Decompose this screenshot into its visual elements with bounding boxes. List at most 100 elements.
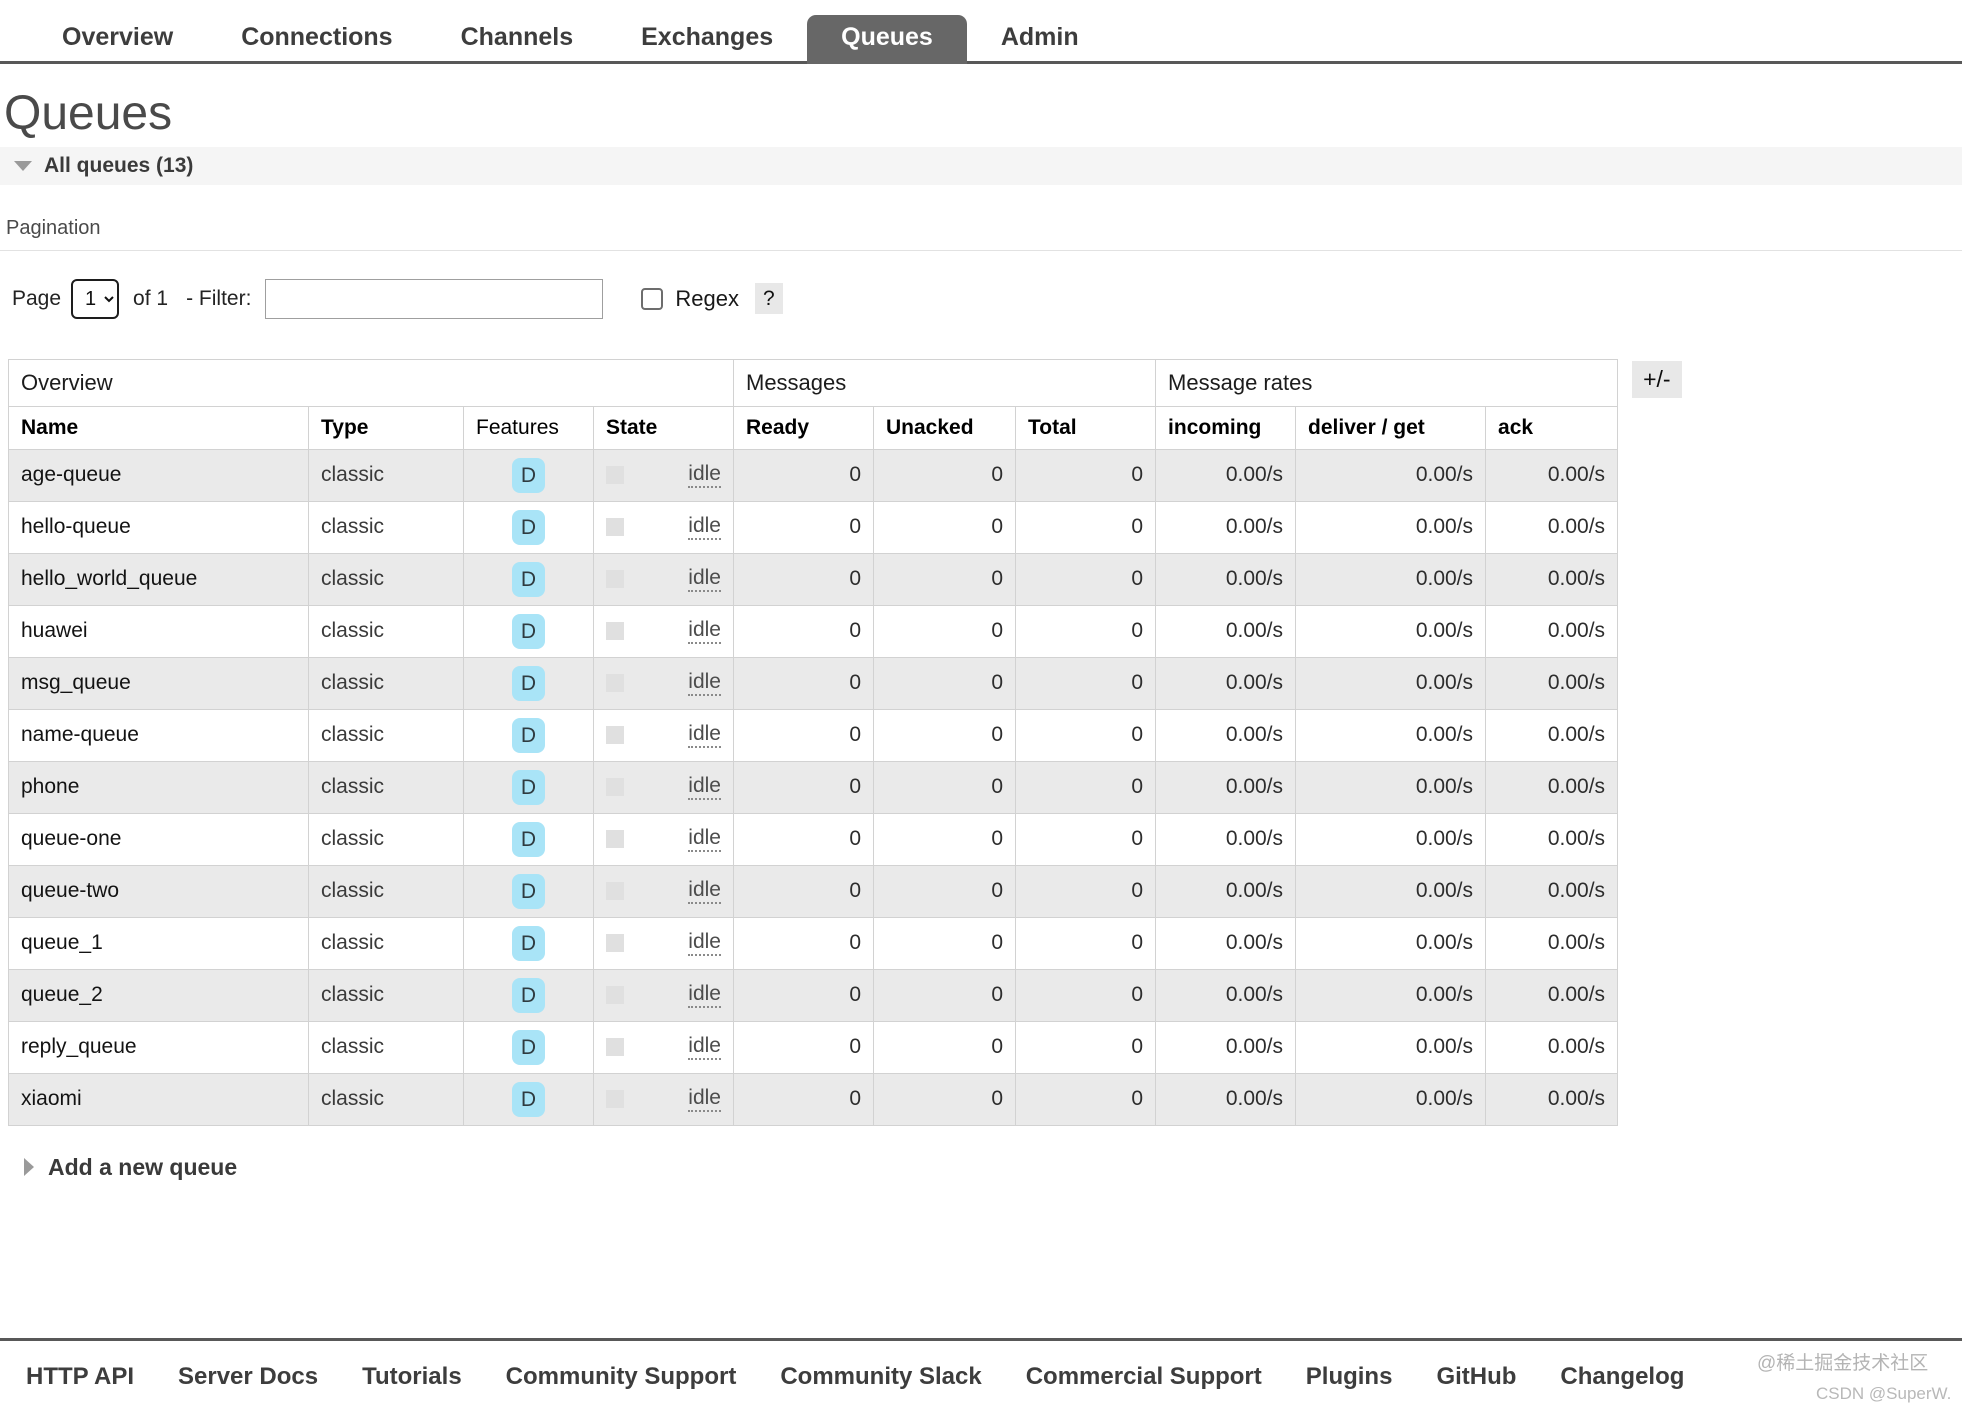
queue-name-link[interactable]: huawei bbox=[8, 604, 309, 658]
durable-badge-icon[interactable]: D bbox=[511, 873, 546, 909]
footer-link-tutorials[interactable]: Tutorials bbox=[362, 1363, 462, 1391]
state-label[interactable]: idle bbox=[688, 462, 721, 489]
table-row: queue_1 classic Didle 0 0 0 0.00/s 0.00/s 0.00/s bbox=[8, 916, 1619, 970]
nav-tab-connections[interactable]: Connections bbox=[207, 15, 426, 64]
filter-input[interactable] bbox=[265, 278, 604, 319]
column-header-state[interactable]: State bbox=[593, 405, 734, 450]
queue-name-link[interactable]: queue-one bbox=[8, 812, 309, 866]
queue-name-link[interactable]: name-queue bbox=[8, 708, 309, 762]
queue-type: classic bbox=[308, 864, 464, 918]
footer-link-github[interactable]: GitHub bbox=[1436, 1363, 1516, 1391]
queue-name-link[interactable]: hello_world_queue bbox=[8, 552, 309, 606]
durable-badge-icon[interactable]: D bbox=[511, 1081, 546, 1117]
state-label[interactable]: idle bbox=[688, 566, 721, 593]
page-select[interactable]: 1 bbox=[71, 278, 120, 319]
queue-state: idle bbox=[593, 500, 734, 554]
durable-badge-icon[interactable]: D bbox=[511, 769, 546, 805]
queue-features: D bbox=[463, 760, 594, 814]
table-row: phone classic Didle 0 0 0 0.00/s 0.00/s 0.00/s bbox=[8, 760, 1619, 814]
nav-tab-overview[interactable]: Overview bbox=[28, 15, 207, 64]
durable-badge-icon[interactable]: D bbox=[511, 925, 546, 961]
durable-badge-icon[interactable]: D bbox=[511, 665, 546, 701]
queue-ready: 0 bbox=[733, 760, 874, 814]
footer-link-community-slack[interactable]: Community Slack bbox=[780, 1363, 981, 1391]
state-label[interactable]: idle bbox=[688, 670, 721, 697]
queue-incoming: 0.00/s bbox=[1155, 968, 1297, 1022]
state-label[interactable]: idle bbox=[688, 878, 721, 905]
durable-badge-icon[interactable]: D bbox=[511, 1029, 546, 1065]
footer-link-server-docs[interactable]: Server Docs bbox=[178, 1363, 318, 1391]
durable-badge-icon[interactable]: D bbox=[511, 561, 546, 597]
column-header-ack[interactable]: ack bbox=[1485, 405, 1619, 450]
state-label[interactable]: idle bbox=[688, 826, 721, 853]
expand-triangle-right-icon[interactable] bbox=[24, 1158, 34, 1177]
column-header-name[interactable]: Name bbox=[8, 405, 309, 450]
queue-unacked: 0 bbox=[873, 760, 1016, 814]
queue-type: classic bbox=[308, 968, 464, 1022]
add-new-queue-section[interactable]: Add a new queue bbox=[0, 1126, 1962, 1181]
footer-link-community-support[interactable]: Community Support bbox=[506, 1363, 737, 1391]
queue-name-link[interactable]: phone bbox=[8, 760, 309, 814]
state-label[interactable]: idle bbox=[688, 1034, 721, 1061]
state-label[interactable]: idle bbox=[688, 618, 721, 645]
queue-name-link[interactable]: queue-two bbox=[8, 864, 309, 918]
column-header-total[interactable]: Total bbox=[1014, 405, 1157, 450]
queue-incoming: 0.00/s bbox=[1155, 500, 1297, 554]
queue-incoming: 0.00/s bbox=[1155, 656, 1297, 710]
queue-total: 0 bbox=[1014, 968, 1157, 1022]
state-label[interactable]: idle bbox=[688, 930, 721, 957]
state-label[interactable]: idle bbox=[688, 722, 721, 749]
footer-link-plugins[interactable]: Plugins bbox=[1306, 1363, 1393, 1391]
all-queues-section-header[interactable]: All queues (13) bbox=[0, 146, 1962, 185]
table-row: queue_2 classic Didle 0 0 0 0.00/s 0.00/s 0.00/s bbox=[8, 968, 1619, 1022]
durable-badge-icon[interactable]: D bbox=[511, 977, 546, 1013]
queue-name-link[interactable]: reply_queue bbox=[8, 1020, 309, 1074]
column-header-unacked[interactable]: Unacked bbox=[873, 405, 1016, 450]
durable-badge-icon[interactable]: D bbox=[511, 613, 546, 649]
state-label[interactable]: idle bbox=[688, 982, 721, 1009]
queue-type: classic bbox=[308, 760, 464, 814]
queue-features: D bbox=[463, 1072, 594, 1126]
queue-deliver-get: 0.00/s bbox=[1295, 500, 1487, 554]
durable-badge-icon[interactable]: D bbox=[511, 509, 546, 545]
queue-type: classic bbox=[308, 656, 464, 710]
column-header-ready[interactable]: Ready bbox=[733, 405, 874, 450]
column-header-deliver-get[interactable]: deliver / get bbox=[1295, 405, 1487, 450]
footer-link-http-api[interactable]: HTTP API bbox=[26, 1363, 134, 1391]
state-label[interactable]: idle bbox=[688, 774, 721, 801]
queue-ready: 0 bbox=[733, 656, 874, 710]
column-header-type[interactable]: Type bbox=[308, 405, 464, 450]
state-label[interactable]: idle bbox=[688, 514, 721, 541]
durable-badge-icon[interactable]: D bbox=[511, 717, 546, 753]
queue-features: D bbox=[463, 864, 594, 918]
toggle-columns-button[interactable]: +/- bbox=[1632, 360, 1682, 398]
nav-tab-channels[interactable]: Channels bbox=[427, 15, 608, 64]
group-header-overview: Overview bbox=[8, 358, 734, 407]
footer-link-changelog[interactable]: Changelog bbox=[1560, 1363, 1684, 1391]
queue-name-link[interactable]: msg_queue bbox=[8, 656, 309, 710]
nav-tab-queues[interactable]: Queues bbox=[807, 15, 967, 64]
queue-state: idle bbox=[593, 968, 734, 1022]
nav-tab-admin[interactable]: Admin bbox=[967, 15, 1113, 64]
queue-name-link[interactable]: age-queue bbox=[8, 448, 309, 502]
footer-link-commercial-support[interactable]: Commercial Support bbox=[1026, 1363, 1262, 1391]
queue-features: D bbox=[463, 812, 594, 866]
state-indicator-square-icon bbox=[606, 518, 624, 537]
regex-help-button[interactable]: ? bbox=[755, 283, 783, 315]
column-header-incoming[interactable]: incoming bbox=[1155, 405, 1297, 450]
state-indicator-square-icon bbox=[606, 882, 624, 901]
queue-total: 0 bbox=[1014, 1072, 1157, 1126]
queue-name-link[interactable]: xiaomi bbox=[8, 1072, 309, 1126]
state-label[interactable]: idle bbox=[688, 1086, 721, 1113]
durable-badge-icon[interactable]: D bbox=[511, 457, 546, 493]
queue-name-link[interactable]: queue_2 bbox=[8, 968, 309, 1022]
page-label: Page bbox=[12, 286, 62, 310]
queue-type: classic bbox=[308, 916, 464, 970]
durable-badge-icon[interactable]: D bbox=[511, 821, 546, 857]
nav-tab-exchanges[interactable]: Exchanges bbox=[607, 15, 807, 64]
state-indicator-square-icon bbox=[606, 674, 624, 693]
queue-name-link[interactable]: hello-queue bbox=[8, 500, 309, 554]
queue-name-link[interactable]: queue_1 bbox=[8, 916, 309, 970]
regex-checkbox[interactable] bbox=[641, 287, 664, 310]
collapse-triangle-down-icon[interactable] bbox=[14, 160, 32, 171]
